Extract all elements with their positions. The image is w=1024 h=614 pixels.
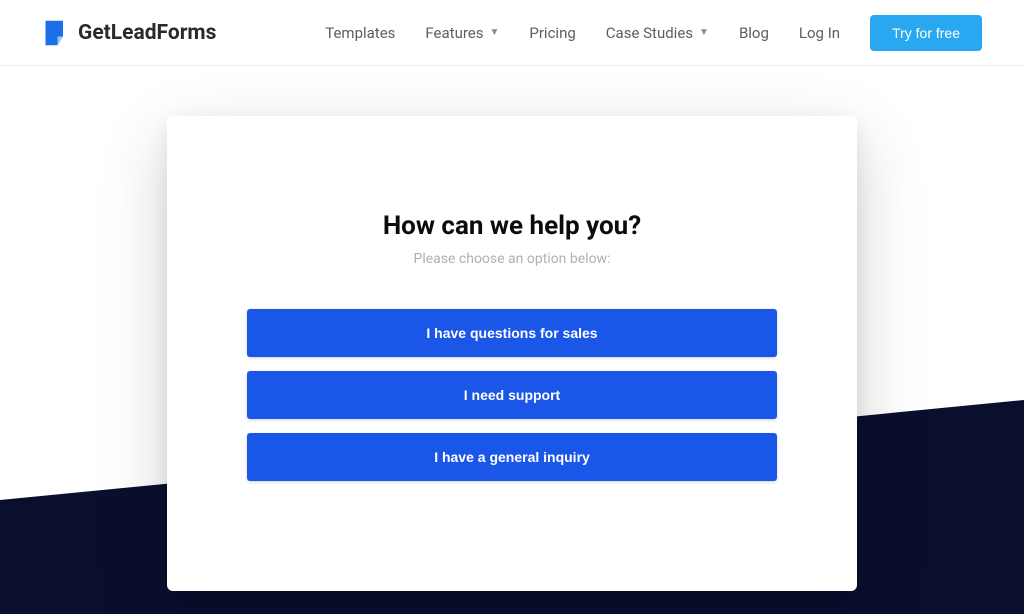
option-sales[interactable]: I have questions for sales [247,309,777,357]
card-subtitle: Please choose an option below: [247,251,777,267]
nav-pricing[interactable]: Pricing [529,24,575,42]
help-card: How can we help you? Please choose an op… [167,116,857,591]
card-title: How can we help you? [247,211,777,241]
nav-blog[interactable]: Blog [739,24,769,42]
main-nav: Templates Features ▼ Pricing Case Studie… [325,15,982,51]
try-free-button[interactable]: Try for free [870,15,982,51]
nav-label: Log In [799,24,840,42]
nav-login[interactable]: Log In [799,24,840,42]
chevron-down-icon: ▼ [489,27,499,38]
option-support[interactable]: I need support [247,371,777,419]
main-content: How can we help you? Please choose an op… [0,66,1024,591]
brand-name: GetLeadForms [78,21,216,45]
nav-templates[interactable]: Templates [325,24,395,42]
nav-label: Templates [325,24,395,42]
nav-label: Blog [739,24,769,42]
nav-label: Pricing [529,24,575,42]
nav-label: Features [425,24,483,42]
options-list: I have questions for sales I need suppor… [247,309,777,481]
nav-label: Case Studies [606,24,693,42]
logo-icon [42,19,70,47]
site-header: GetLeadForms Templates Features ▼ Pricin… [0,0,1024,66]
nav-features[interactable]: Features ▼ [425,24,499,42]
chevron-down-icon: ▼ [699,27,709,38]
nav-case-studies[interactable]: Case Studies ▼ [606,24,709,42]
option-general[interactable]: I have a general inquiry [247,433,777,481]
brand-logo[interactable]: GetLeadForms [42,19,216,47]
